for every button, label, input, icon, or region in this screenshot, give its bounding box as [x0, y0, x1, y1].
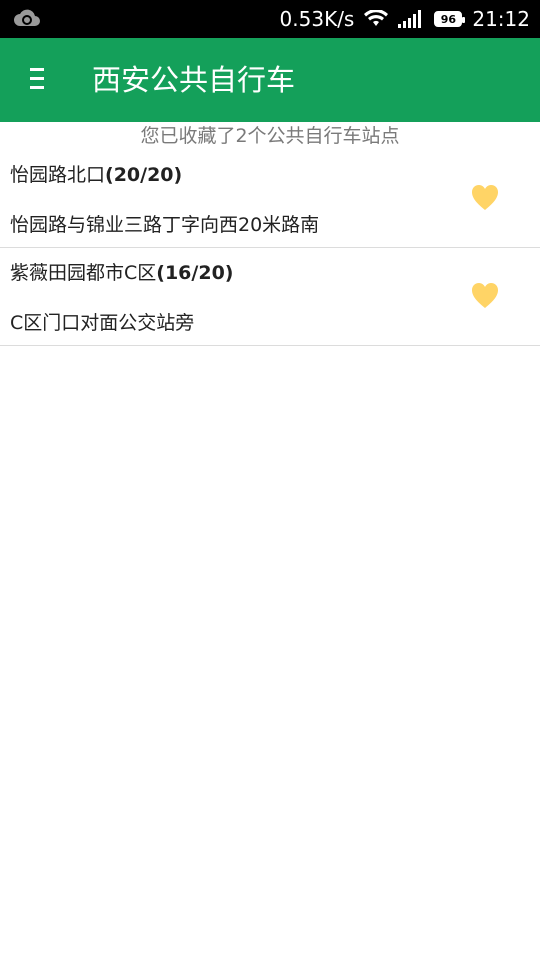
status-bar: 0.53K/s 96 21:12	[0, 0, 540, 38]
list-item[interactable]: 紫薇田园都市C区(16/20) C区门口对面公交站旁	[0, 248, 540, 346]
battery-icon: 96	[434, 11, 466, 27]
station-address: 怡园路与锦业三路丁字向西20米路南	[10, 214, 320, 236]
network-speed: 0.53K/s	[279, 7, 355, 31]
bike-count: (20/20)	[105, 164, 183, 186]
page-title: 西安公共自行车	[92, 63, 296, 97]
station-address: C区门口对面公交站旁	[10, 312, 195, 334]
wifi-icon	[364, 10, 389, 26]
heart-icon[interactable]	[470, 183, 500, 213]
clock: 21:12	[472, 7, 530, 31]
heart-icon[interactable]	[470, 281, 500, 311]
cloud-notification-icon	[14, 9, 40, 26]
list-item[interactable]: 怡园路北口(20/20) 怡园路与锦业三路丁字向西20米路南	[0, 150, 540, 248]
bike-count: (16/20)	[156, 262, 234, 284]
station-name: 紫薇田园都市C区(16/20)	[10, 262, 234, 284]
station-name: 怡园路北口(20/20)	[10, 164, 183, 186]
station-list: 怡园路北口(20/20) 怡园路与锦业三路丁字向西20米路南 紫薇田园都市C区(…	[0, 150, 540, 346]
signal-icon	[398, 10, 422, 28]
favorites-summary: 您已收藏了2个公共自行车站点	[140, 125, 400, 147]
menu-icon[interactable]	[30, 68, 46, 92]
